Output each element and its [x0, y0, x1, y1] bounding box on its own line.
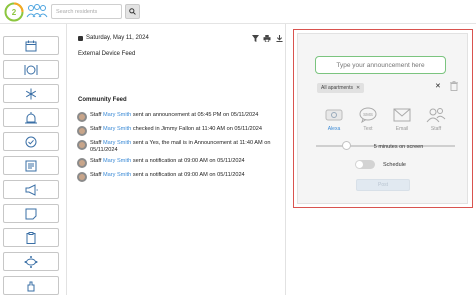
- schedule-toggle[interactable]: [355, 160, 375, 169]
- rail-item-checkin[interactable]: [3, 132, 59, 151]
- alexa-icon: [325, 109, 343, 121]
- rail-item-dining[interactable]: [3, 60, 59, 79]
- clipboard-icon: [26, 231, 36, 244]
- feed-tools: [251, 34, 283, 42]
- app-logo: 2: [4, 2, 24, 22]
- svg-text:2: 2: [12, 8, 17, 17]
- rail-item-alerts[interactable]: [3, 108, 59, 127]
- panel-divider: [285, 24, 286, 295]
- rail-item-news[interactable]: [3, 156, 59, 175]
- filter-icon: [251, 34, 259, 42]
- item-prefix: Staff: [90, 112, 103, 118]
- schedule-row: Schedule: [355, 160, 406, 169]
- search-input[interactable]: [51, 4, 122, 19]
- channel-selector: Alexa SMS Text Email Staff: [321, 106, 449, 132]
- search-icon: [129, 8, 136, 15]
- staff-icon: [426, 108, 446, 123]
- top-bar: 2: [0, 0, 476, 24]
- item-text: sent a notification at 09:00 AM on 05/11…: [131, 172, 245, 179]
- rail-item-announcements[interactable]: [3, 180, 59, 199]
- rail-divider: [66, 24, 67, 295]
- clear-recipients-icon[interactable]: ✕: [435, 82, 441, 90]
- megaphone-icon: [25, 183, 38, 196]
- feed-panel: Saturday, May 11, 2024 External Device F…: [70, 24, 288, 295]
- alert-icon: [25, 111, 37, 123]
- post-button[interactable]: Post: [356, 179, 410, 191]
- external-feed-title: External Device Feed: [78, 51, 136, 57]
- announcement-input[interactable]: [315, 56, 446, 74]
- filter-button[interactable]: [251, 34, 259, 42]
- avatar: [77, 158, 87, 169]
- item-prefix: Staff: [90, 158, 103, 165]
- item-text: sent an announcement at 05:45 PM on 05/1…: [131, 112, 259, 118]
- channel-staff[interactable]: Staff: [423, 106, 449, 132]
- note-icon: [25, 208, 37, 219]
- community-feed-title: Community Feed: [78, 97, 127, 103]
- list-item: Staff Mary Smith sent an announcement at…: [77, 112, 285, 122]
- item-text: sent a notification at 09:00 AM on 05/11…: [131, 158, 245, 165]
- channel-alexa[interactable]: Alexa: [321, 106, 347, 132]
- left-rail: [0, 36, 62, 295]
- channel-alexa-label: Alexa: [327, 126, 341, 132]
- search-button[interactable]: [125, 4, 140, 19]
- hand-icon: [27, 281, 35, 291]
- snowflake-icon: [25, 88, 37, 99]
- item-prefix: Staff: [90, 140, 103, 146]
- avatar: [77, 112, 87, 122]
- rail-item-clipboard[interactable]: [3, 228, 59, 247]
- table-icon: [24, 255, 38, 268]
- print-button[interactable]: [263, 34, 271, 42]
- rail-item-volunteer[interactable]: [3, 276, 59, 295]
- email-icon: [393, 108, 411, 122]
- avatar: [77, 140, 87, 150]
- item-prefix: Staff: [90, 172, 103, 179]
- avatar: [77, 172, 87, 183]
- list-item: Staff Mary Smith checked in Jimmy Fallon…: [77, 126, 285, 136]
- recipient-tag: All apartments ✕: [317, 83, 365, 93]
- channel-text-label: Text: [363, 126, 373, 132]
- newspaper-icon: [25, 160, 37, 171]
- calendar-icon: [25, 40, 37, 51]
- rail-item-notes[interactable]: [3, 204, 59, 223]
- item-prefix: Staff: [90, 126, 103, 132]
- current-date: Saturday, May 11, 2024: [86, 35, 149, 41]
- channel-email[interactable]: Email: [389, 106, 415, 132]
- rail-item-calendar[interactable]: [3, 36, 59, 55]
- channel-text[interactable]: SMS Text: [355, 106, 381, 132]
- download-button[interactable]: [275, 34, 283, 42]
- print-icon: [263, 34, 271, 42]
- community-logo: [26, 4, 48, 18]
- list-item: Staff Mary Smith sent a Yes, the mail is…: [77, 140, 285, 154]
- list-item: Staff Mary Smith sent a notification at …: [77, 172, 285, 183]
- community-feed-list: Staff Mary Smith sent an announcement at…: [77, 112, 285, 186]
- trash-icon[interactable]: [450, 81, 458, 91]
- avatar: [77, 126, 87, 136]
- rail-item-weather[interactable]: [3, 84, 59, 103]
- recipient-tag-label: All apartments: [321, 85, 353, 91]
- date-icon: [78, 35, 83, 41]
- staff-link[interactable]: Mary Smith: [103, 172, 131, 178]
- rail-item-activities[interactable]: [3, 252, 59, 271]
- channel-email-label: Email: [395, 126, 409, 132]
- staff-link[interactable]: Mary Smith: [103, 112, 131, 118]
- duration-caption: 5 minutes on screen: [373, 144, 424, 150]
- item-text: checked in Jimmy Fallon at 11:40 AM on 0…: [131, 126, 262, 132]
- dining-icon: [24, 64, 38, 75]
- announcement-panel-highlight: All apartments ✕ ✕ Alexa SMS Text Email …: [293, 29, 473, 208]
- check-circle-icon: [25, 136, 37, 147]
- sms-glyph: SMS: [363, 112, 373, 117]
- announcement-panel: All apartments ✕ ✕ Alexa SMS Text Email …: [297, 33, 468, 204]
- remove-tag-icon[interactable]: ✕: [356, 83, 360, 93]
- channel-staff-label: Staff: [430, 126, 442, 132]
- staff-link[interactable]: Mary Smith: [103, 140, 131, 146]
- sms-icon: SMS: [359, 107, 377, 123]
- staff-link[interactable]: Mary Smith: [103, 158, 131, 164]
- schedule-label: Schedule: [383, 161, 406, 168]
- date-row: Saturday, May 11, 2024: [78, 35, 149, 41]
- staff-link[interactable]: Mary Smith: [103, 126, 131, 132]
- list-item: Staff Mary Smith sent a notification at …: [77, 158, 285, 169]
- download-icon: [275, 34, 283, 42]
